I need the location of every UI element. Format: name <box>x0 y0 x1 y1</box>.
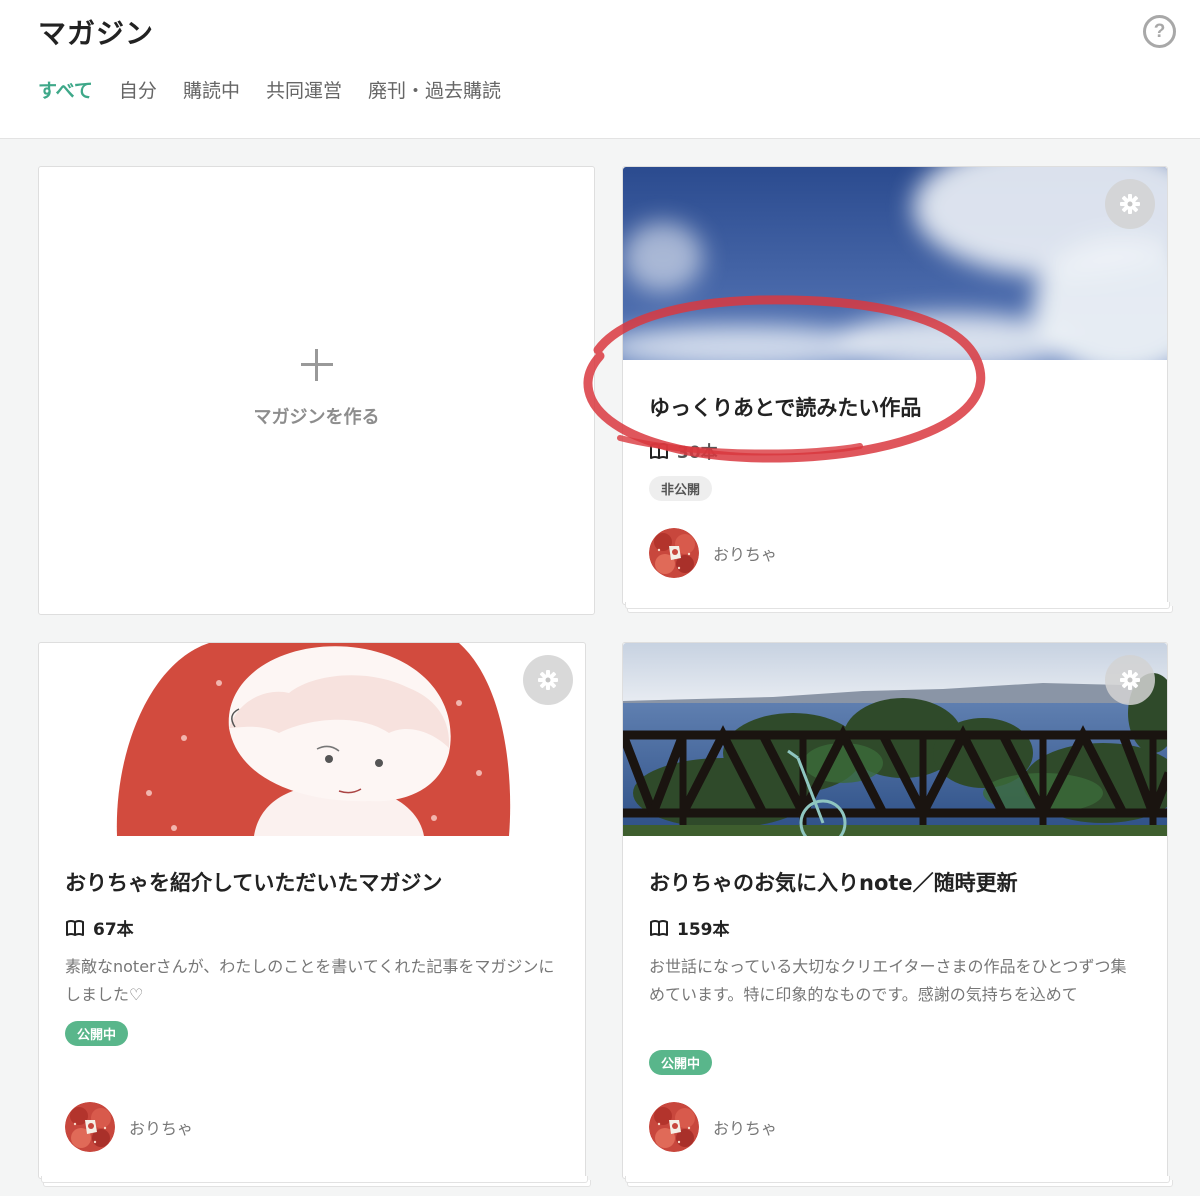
avatar <box>649 528 699 578</box>
author[interactable]: おりちゃ <box>649 1102 777 1152</box>
cover-image-illustration <box>39 643 585 836</box>
create-magazine-label: マガジンを作る <box>253 407 380 428</box>
gear-icon[interactable] <box>523 655 573 705</box>
article-count-value: 159本 <box>677 920 730 940</box>
cover-image-seascape <box>623 643 1167 836</box>
author-name: おりちゃ <box>713 545 778 564</box>
status-badge: 非公開 <box>649 476 713 501</box>
gear-icon[interactable] <box>1105 179 1155 229</box>
author[interactable]: おりちゃ <box>65 1102 193 1152</box>
tab-subscribed[interactable]: 購読中 <box>183 76 240 103</box>
book-icon <box>650 919 668 936</box>
magazine-title[interactable]: おりちゃを紹介していただいたマガジン <box>65 867 442 897</box>
magazine-title[interactable]: おりちゃのお気に入りnote／随時更新 <box>649 867 1018 897</box>
tab-mine[interactable]: 自分 <box>119 76 157 103</box>
magazine-description: 素敵なnoterさんが、わたしのことを書いてくれた記事をマガジンにしました♡ <box>65 957 555 1004</box>
magazine-card-1[interactable]: ゆっくりあとで読みたい作品 30本 非公開 おりちゃ <box>622 166 1173 613</box>
gear-icon[interactable] <box>1105 655 1155 705</box>
book-icon <box>66 919 84 936</box>
plus-icon <box>300 349 333 381</box>
magazine-title[interactable]: ゆっくりあとで読みたい作品 <box>649 392 921 422</box>
tab-all[interactable]: すべて <box>38 76 93 103</box>
magazine-card-3[interactable]: おりちゃのお気に入りnote／随時更新 159本 お世話になっている大切なクリエ… <box>622 642 1173 1187</box>
book-icon <box>650 442 668 459</box>
magazine-description: お世話になっている大切なクリエイターさまの作品をひとつずつ集めています。特に印象… <box>649 957 1127 1004</box>
status-badge: 公開中 <box>65 1021 129 1046</box>
article-count-value: 30本 <box>677 443 718 463</box>
tab-bar: すべて 自分 購読中 共同運営 廃刊・過去購読 <box>38 76 527 103</box>
magazine-card-2[interactable]: おりちゃを紹介していただいたマガジン 67本 素敵なnoterさんが、わたしのこ… <box>38 642 591 1187</box>
cover-image-sky <box>623 167 1167 360</box>
author[interactable]: おりちゃ <box>649 528 777 578</box>
page-title: マガジン <box>38 17 155 50</box>
create-magazine-card[interactable]: マガジンを作る <box>38 166 595 615</box>
article-count: 30本 <box>649 438 718 463</box>
article-count: 67本 <box>65 915 134 940</box>
tab-discontinued[interactable]: 廃刊・過去購読 <box>368 76 501 103</box>
author-name: おりちゃ <box>129 1119 194 1138</box>
author-name: おりちゃ <box>713 1119 778 1138</box>
avatar <box>65 1102 115 1152</box>
avatar <box>649 1102 699 1152</box>
article-count: 159本 <box>649 915 730 940</box>
article-count-value: 67本 <box>93 920 134 940</box>
tab-co-managed[interactable]: 共同運営 <box>266 76 342 103</box>
status-badge: 公開中 <box>649 1050 713 1075</box>
help-icon[interactable]: ? <box>1143 15 1176 48</box>
page-header: マガジン ? すべて 自分 購読中 共同運営 廃刊・過去購読 <box>0 0 1200 139</box>
